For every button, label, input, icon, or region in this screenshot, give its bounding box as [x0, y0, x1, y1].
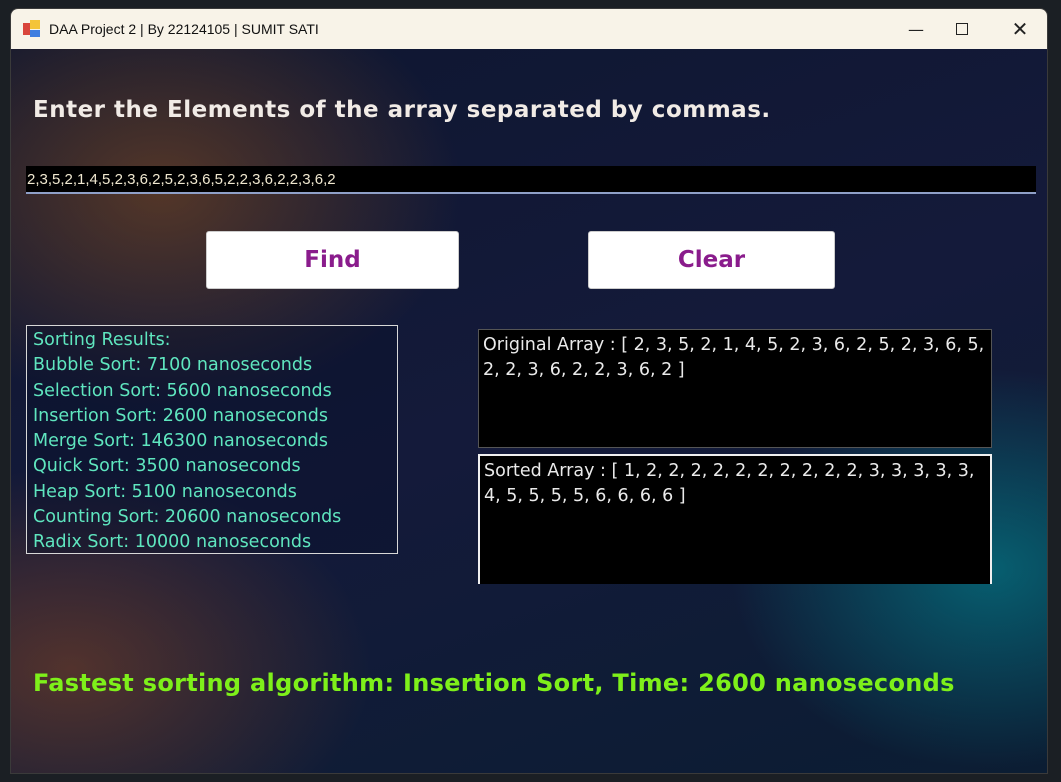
result-line: Selection Sort: 5600 nanoseconds: [33, 380, 332, 401]
prompt-label: Enter the Elements of the array separate…: [33, 97, 771, 123]
minimize-icon: —: [908, 19, 924, 39]
result-line: Bubble Sort: 7100 nanoseconds: [33, 355, 313, 376]
fastest-algorithm-label: Fastest sorting algorithm: Insertion Sor…: [33, 669, 955, 697]
maximize-icon: [956, 23, 968, 35]
minimize-button[interactable]: —: [893, 9, 939, 49]
maximize-button[interactable]: [939, 9, 985, 49]
original-array-box[interactable]: Original Array : [ 2, 3, 5, 2, 1, 4, 5, …: [478, 329, 992, 448]
results-header: Sorting Results:: [33, 330, 171, 350]
app-icon: [23, 20, 41, 38]
close-icon: ✕: [1011, 17, 1029, 41]
sorted-array-box[interactable]: Sorted Array : [ 1, 2, 2, 2, 2, 2, 2, 2,…: [478, 454, 992, 584]
close-button[interactable]: ✕: [997, 9, 1043, 49]
title-bar: DAA Project 2 | By 22124105 | SUMIT SATI…: [11, 9, 1047, 49]
window-title: DAA Project 2 | By 22124105 | SUMIT SATI: [49, 21, 319, 37]
app-window: DAA Project 2 | By 22124105 | SUMIT SATI…: [10, 8, 1048, 774]
result-line: Quick Sort: 3500 nanoseconds: [33, 456, 301, 477]
array-input[interactable]: [26, 166, 1036, 194]
result-line: Heap Sort: 5100 nanoseconds: [33, 481, 297, 502]
result-line: Merge Sort: 146300 nanoseconds: [33, 431, 329, 452]
clear-button[interactable]: Clear: [588, 231, 835, 289]
sorting-results-panel: Sorting Results: Bubble Sort: 7100 nanos…: [26, 325, 398, 554]
find-button[interactable]: Find: [206, 231, 459, 289]
client-area: Enter the Elements of the array separate…: [11, 49, 1047, 773]
result-line: Counting Sort: 20600 nanoseconds: [33, 507, 342, 528]
result-line: Radix Sort: 10000 nanoseconds: [33, 532, 312, 553]
result-line: Insertion Sort: 2600 nanoseconds: [33, 405, 328, 426]
